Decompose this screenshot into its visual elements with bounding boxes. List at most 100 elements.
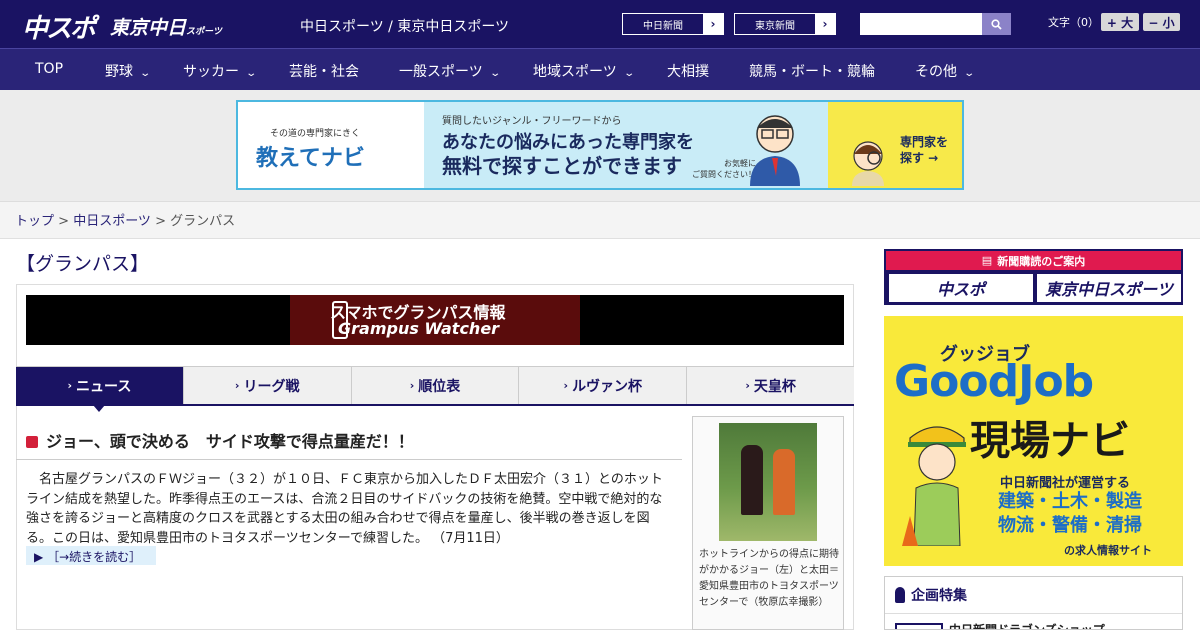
site-title[interactable]: 中日スポーツ / 東京中日スポーツ xyxy=(300,16,509,36)
logo-sub-small: スポーツ xyxy=(186,27,222,37)
article-photo[interactable] xyxy=(719,423,817,541)
chevron-down-icon: ⌄ xyxy=(139,68,152,79)
ad-logo: 教えてナビ xyxy=(256,146,365,171)
tab-emperors-cup[interactable]: › 天皇杯 xyxy=(687,367,854,404)
feature-item-link[interactable]: 中日新聞ドラゴンズショップ xyxy=(949,621,1105,629)
nav-general-sports[interactable]: 一般スポーツ ⌄ xyxy=(399,61,501,81)
triangle-right-icon: › xyxy=(563,379,569,392)
subscription-title-text: 新聞購読のご案内 xyxy=(997,254,1086,268)
nav-label: TOP xyxy=(35,61,64,77)
main-nav: TOP 野球 ⌄ サッカー ⌄ 芸能・社会 一般スポーツ ⌄ 地域スポーツ ⌄ 大相撲 … xyxy=(0,48,1200,90)
oshiete-navi-ad[interactable]: その道の専門家にきく 教えてナビ 質問したいジャンル・フリーワードから あなたの… xyxy=(236,100,964,190)
ad-small-text: その道の専門家にきく xyxy=(270,129,361,139)
chunichi-shimbun-link[interactable]: 中日新聞 › xyxy=(622,13,724,35)
chevron-right-icon: › xyxy=(703,14,723,34)
nav-label: 大相撲 xyxy=(667,64,709,80)
font-bigger-button[interactable]: + 大 xyxy=(1101,13,1139,31)
nav-label: 野球 xyxy=(105,64,133,80)
breadcrumb-separator: > xyxy=(155,214,171,229)
breadcrumb-chunichi-sports[interactable]: 中日スポーツ xyxy=(73,214,151,229)
page-title: 【グランパス】 xyxy=(16,253,150,275)
divider xyxy=(16,459,682,460)
article-marker-icon xyxy=(26,436,38,448)
photo-caption: ホットラインからの得点に期待がかかるジョー（左）と太田＝愛知県豊田市のトヨタスポ… xyxy=(699,549,839,608)
triangle-right-icon: › xyxy=(745,379,750,392)
article-title-text: ジョー、頭で決める サイド攻撃で得点量産だ！！ xyxy=(46,432,414,451)
article-date: （7月11日） xyxy=(432,530,509,546)
read-more-label: ［→続きを読む］ xyxy=(47,550,142,564)
font-smaller-button[interactable]: − 小 xyxy=(1143,13,1180,31)
feature-thumbnail[interactable] xyxy=(895,623,943,629)
ad-line-1: 質問したいジャンル・フリーワードから xyxy=(442,116,622,127)
tab-league[interactable]: › リーグ戦 xyxy=(184,367,352,404)
goodjob-jobs-line-2: 物流・警備・清掃 xyxy=(998,515,1142,536)
goodjob-sub: 中日新聞社が運営する xyxy=(1000,476,1131,491)
goodjob-jobs: 建築・土木・製造 物流・警備・清掃 xyxy=(998,490,1142,538)
tab-standings[interactable]: › 順位表 xyxy=(352,367,520,404)
banner-line-2: Grampus Watcher xyxy=(338,319,500,338)
goodjob-ad[interactable]: グッジョブ GoodJob 現場ナビ 中日新聞社が運営する 建築・土木・製造 物… xyxy=(884,316,1183,566)
grampus-watcher-banner[interactable]: スマホでグランパス情報 Grampus Watcher xyxy=(26,295,844,345)
subscribe-tokyo-chunichi-button[interactable]: 東京中日スポーツ xyxy=(1037,274,1181,302)
tab-label: ニュース xyxy=(76,378,132,395)
tab-levain-cup[interactable]: › ルヴァン杯 xyxy=(519,367,688,404)
goodjob-foot: の求人情報サイト xyxy=(1064,544,1152,557)
woman-magnifier-illustration-icon xyxy=(852,141,884,186)
goodjob-brand: GoodJob xyxy=(894,356,1094,407)
chevron-down-icon: ⌄ xyxy=(963,68,976,79)
triangle-right-icon: › xyxy=(67,379,73,392)
site-logo[interactable]: 中スポ 東京中日スポーツ xyxy=(22,8,222,45)
logo-sub-text: 東京中日 xyxy=(110,17,187,39)
triangle-right-icon: › xyxy=(409,379,415,392)
feature-title-text: 企画特集 xyxy=(911,588,967,604)
ad-copy-panel: 質問したいジャンル・フリーワードから あなたの悩みにあった専門家を 無料で探すこ… xyxy=(424,102,828,188)
breadcrumb: トップ > 中日スポーツ > グランパス xyxy=(0,202,1200,239)
search-icon xyxy=(991,18,1002,30)
search-input[interactable] xyxy=(860,13,982,35)
nav-top[interactable]: TOP xyxy=(35,61,63,77)
font-size-label: 文字（0） xyxy=(1048,16,1099,29)
nav-local-sports[interactable]: 地域スポーツ ⌄ xyxy=(533,61,635,81)
nav-soccer[interactable]: サッカー ⌄ xyxy=(183,61,258,81)
logo-chuspo[interactable]: 中スポ xyxy=(22,14,96,44)
read-more-link[interactable]: ▶ ［→続きを読む］ xyxy=(26,546,156,565)
businessman-illustration-icon xyxy=(750,115,800,186)
nav-racing[interactable]: 競馬・ボート・競輪 xyxy=(749,61,875,81)
nav-sumo[interactable]: 大相撲 xyxy=(667,61,709,81)
search-button[interactable] xyxy=(982,13,1011,35)
triangle-right-icon: ▶ xyxy=(34,550,44,564)
logo-tokyo-chunichi[interactable]: 東京中日スポーツ xyxy=(110,13,222,40)
tab-label: 天皇杯 xyxy=(753,378,796,395)
player-figure-left xyxy=(741,445,763,515)
tab-label: ルヴァン杯 xyxy=(572,378,643,395)
tab-news[interactable]: › ニュース xyxy=(16,367,184,412)
nav-label: 競馬・ボート・競輪 xyxy=(749,64,875,80)
divider xyxy=(885,613,1182,614)
ad-cta[interactable]: 専門家を 探す → xyxy=(900,134,948,166)
chevron-down-icon: ⌄ xyxy=(245,68,258,79)
tab-label: 順位表 xyxy=(418,378,461,395)
breadcrumb-separator: > xyxy=(58,214,74,229)
nav-label: サッカー xyxy=(183,64,239,80)
article-title[interactable]: ジョー、頭で決める サイド攻撃で得点量産だ！！ xyxy=(26,428,414,452)
section-tabs: › ニュース › リーグ戦 › 順位表 › ルヴァン杯 › 天皇杯 xyxy=(16,366,854,412)
search-box xyxy=(860,13,1011,35)
nav-label: 地域スポーツ xyxy=(533,64,617,80)
article-body-text: 名古屋グランパスのＦＷジョー（３２）が１０日、ＦＣ東京から加入したＤＦ太田宏介（… xyxy=(26,472,663,546)
nav-other[interactable]: その他 ⌄ xyxy=(915,61,976,81)
tokyo-shimbun-link[interactable]: 東京新聞 › xyxy=(734,13,836,35)
newspaper-icon: ▤ xyxy=(981,254,993,267)
nav-entertainment[interactable]: 芸能・社会 xyxy=(289,61,359,81)
chevron-right-icon: › xyxy=(815,14,835,34)
nav-baseball[interactable]: 野球 ⌄ xyxy=(105,61,152,81)
chevron-down-icon: ⌄ xyxy=(489,68,501,79)
breadcrumb-top[interactable]: トップ xyxy=(15,214,54,229)
construction-worker-icon xyxy=(902,426,966,546)
subscribe-chuspo-button[interactable]: 中スポ xyxy=(889,274,1033,302)
ad-cta-panel[interactable]: 専門家を 探す → xyxy=(828,102,962,188)
player-figure-right xyxy=(773,449,795,515)
ad-line-3: 無料で探すことができます xyxy=(442,154,682,178)
goodjob-jobs-line-1: 建築・土木・製造 xyxy=(998,491,1142,512)
subscription-title: ▤ 新聞購読のご案内 xyxy=(886,251,1181,270)
nav-label: その他 xyxy=(915,64,957,80)
